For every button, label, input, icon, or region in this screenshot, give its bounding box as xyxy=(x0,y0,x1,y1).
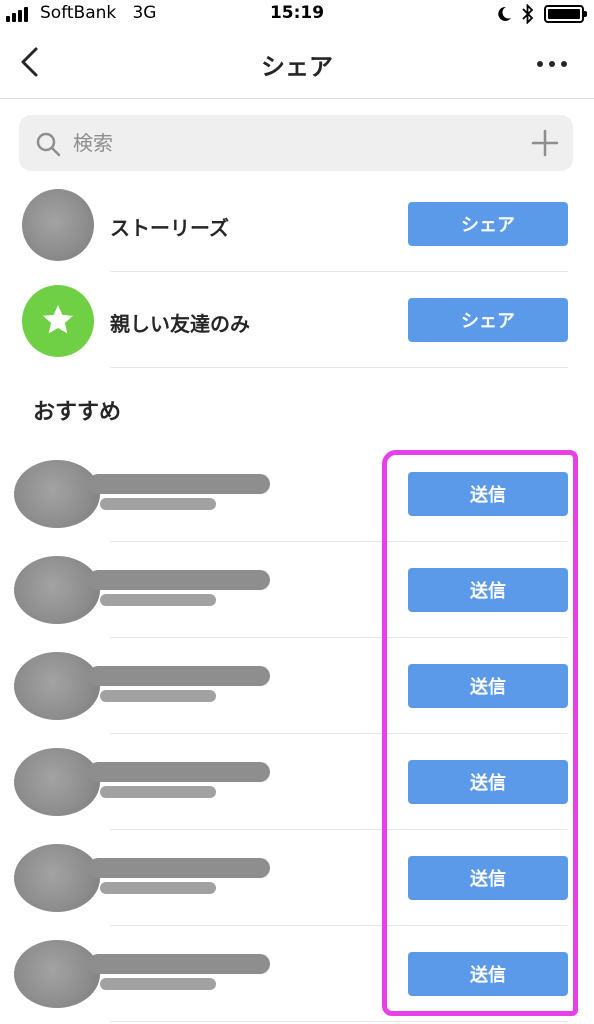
search-input[interactable] xyxy=(73,125,503,161)
redacted-username xyxy=(100,882,216,894)
redacted-name xyxy=(88,666,270,686)
star-icon xyxy=(43,305,73,334)
list-item: 送信 xyxy=(0,926,594,1022)
list-item: 送信 xyxy=(0,446,594,542)
redacted-name xyxy=(88,474,270,494)
send-button[interactable]: 送信 xyxy=(408,664,568,708)
blurred-avatar xyxy=(14,940,100,1008)
redacted-name xyxy=(88,570,270,590)
blurred-avatar xyxy=(14,460,100,528)
list-item: 送信 xyxy=(0,830,594,926)
plus-icon[interactable] xyxy=(531,129,559,157)
section-title-recommended: おすすめ xyxy=(33,400,122,425)
send-button[interactable]: 送信 xyxy=(408,472,568,516)
send-button[interactable]: 送信 xyxy=(408,952,568,996)
redacted-username xyxy=(100,690,216,702)
nav-bar: シェア xyxy=(0,28,594,99)
blurred-avatar xyxy=(14,844,100,912)
divider xyxy=(110,367,568,368)
battery-icon xyxy=(544,5,587,23)
share-row-stories: ストーリーズ シェア xyxy=(0,176,594,272)
blurred-avatar xyxy=(14,652,100,720)
search-icon xyxy=(36,132,61,157)
status-icons xyxy=(496,4,587,24)
share-label-stories: ストーリーズ xyxy=(110,216,229,240)
list-item: 送信 xyxy=(0,638,594,734)
list-item: 送信 xyxy=(0,542,594,638)
send-button[interactable]: 送信 xyxy=(408,568,568,612)
redacted-username xyxy=(100,594,216,606)
bluetooth-icon xyxy=(522,4,534,24)
status-bar: SoftBank 3G 15:19 xyxy=(0,0,594,28)
divider xyxy=(110,1021,568,1022)
blurred-avatar xyxy=(14,748,100,816)
send-button[interactable]: 送信 xyxy=(408,856,568,900)
share-label-close-friends: 親しい友達のみ xyxy=(110,312,250,336)
redacted-name xyxy=(88,954,270,974)
send-button[interactable]: 送信 xyxy=(408,760,568,804)
share-stories-button[interactable]: シェア xyxy=(408,202,568,246)
profile-avatar xyxy=(22,189,94,261)
redacted-username xyxy=(100,978,216,990)
more-horizontal-icon[interactable] xyxy=(534,54,570,74)
redacted-username xyxy=(100,786,216,798)
search-bar xyxy=(19,115,573,171)
redacted-username xyxy=(100,498,216,510)
moon-icon xyxy=(498,6,511,21)
redacted-name xyxy=(88,858,270,878)
blurred-avatar xyxy=(14,556,100,624)
share-close-friends-button[interactable]: シェア xyxy=(408,298,568,342)
close-friends-avatar xyxy=(22,285,94,357)
share-row-close-friends: 親しい友達のみ シェア xyxy=(0,272,594,368)
list-item: 送信 xyxy=(0,734,594,830)
page-title: シェア xyxy=(261,53,333,81)
redacted-name xyxy=(88,762,270,782)
